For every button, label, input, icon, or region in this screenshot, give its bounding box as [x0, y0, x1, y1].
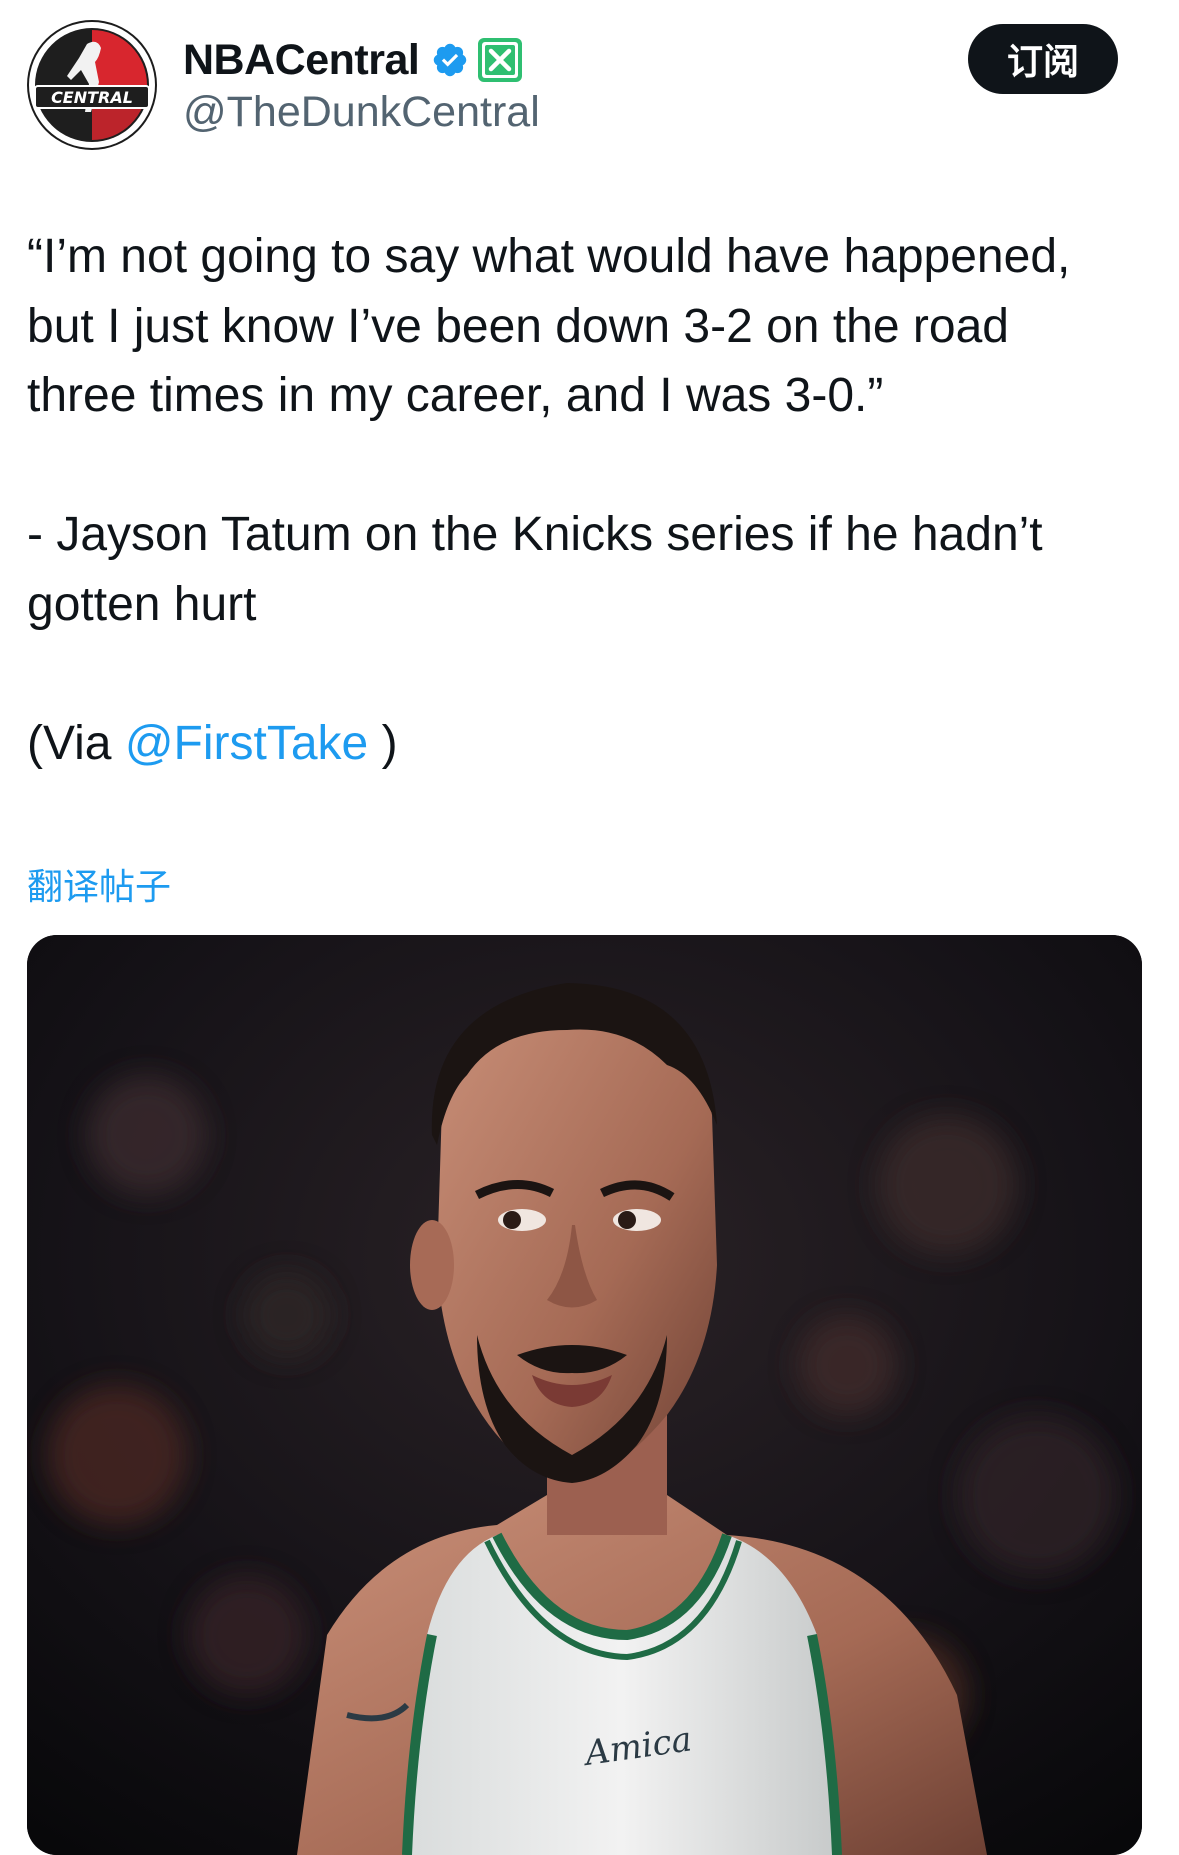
attribution-line: gotten hurt	[27, 577, 257, 631]
via-prefix: (Via	[27, 716, 125, 770]
post-image[interactable]: Amica	[27, 935, 1142, 1855]
translate-post-link[interactable]: 翻译帖子	[27, 858, 171, 910]
quote-line: but I just know I’ve been down 3-2 on th…	[27, 299, 1009, 353]
account-handle[interactable]: @TheDunkCentral	[183, 88, 540, 137]
avatar-logo-text: CENTRAL	[51, 88, 133, 107]
post-text: “I’m not going to say what would have ha…	[27, 222, 1157, 778]
via-suffix: )	[368, 716, 398, 770]
attribution-line: - Jayson Tatum on the Knicks series if h…	[27, 508, 1043, 561]
avatar[interactable]: CENTRAL	[27, 20, 157, 150]
post-header: CENTRAL NBACentral @TheDunkCentral 订阅	[0, 0, 1179, 180]
display-name[interactable]: NBACentral	[183, 36, 420, 85]
via-line: (Via @FirstTake )	[27, 709, 1157, 779]
subscribe-button[interactable]: 订阅	[968, 24, 1118, 94]
x-affiliate-badge-icon	[477, 37, 523, 83]
player-photo: Amica	[27, 935, 1142, 1855]
quote-line: “I’m not going to say what would have ha…	[27, 230, 1071, 283]
name-row: NBACentral	[183, 30, 523, 90]
mention-link[interactable]: @FirstTake	[125, 717, 368, 770]
verified-badge-icon	[431, 41, 469, 79]
quote-line: three times in my career, and I was 3-0.…	[27, 369, 884, 422]
nba-central-logo-icon: CENTRAL	[29, 22, 155, 148]
